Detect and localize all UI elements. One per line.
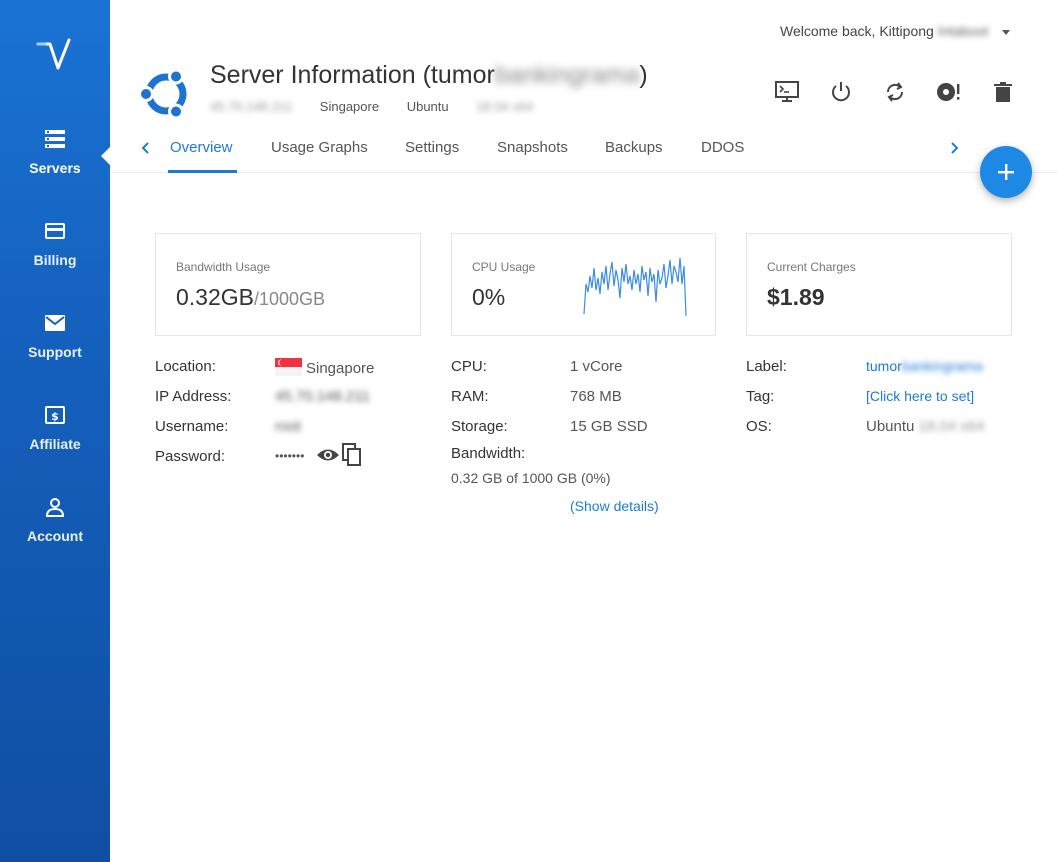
delete-button[interactable] <box>988 78 1018 106</box>
cpu-sparkline <box>583 257 687 317</box>
restart-button[interactable] <box>880 78 910 106</box>
tab-usage-graphs[interactable]: Usage Graphs <box>271 139 368 156</box>
power-button[interactable] <box>826 78 856 106</box>
sidebar-item-account[interactable]: Account <box>0 496 110 546</box>
chevron-left-icon[interactable] <box>138 137 154 159</box>
ram-label: RAM: <box>451 388 489 405</box>
tab-snapshots[interactable]: Snapshots <box>497 139 568 156</box>
location-text: Singapore <box>319 99 380 114</box>
storage-value: 15 GB SSD <box>570 418 648 435</box>
cpu-label: CPU: <box>451 358 487 375</box>
tag-label: Tag: <box>746 388 775 405</box>
os-text: Ubuntu 18.04 x64 <box>406 99 534 114</box>
location-label: Location: <box>155 358 216 375</box>
os-label: OS: <box>746 418 772 435</box>
user-icon <box>45 498 65 517</box>
add-server-button[interactable] <box>980 146 1032 198</box>
sidebar-item-support[interactable]: Support <box>0 312 110 362</box>
sidebar-item-label: Billing <box>33 252 77 268</box>
show-details-link[interactable]: (Show details) <box>570 498 659 514</box>
user-menu[interactable]: Welcome back, Kittipong Intaboot <box>780 23 1011 39</box>
sidebar-item-servers[interactable]: Servers <box>0 128 110 178</box>
tab-ddos[interactable]: DDOS <box>701 139 744 156</box>
bandwidth-value-text: 0.32 GB of 1000 GB (0%) <box>451 470 611 486</box>
bandwidth-label: Bandwidth: <box>451 445 526 462</box>
singapore-flag-icon <box>275 358 302 376</box>
tab-settings[interactable]: Settings <box>405 139 459 156</box>
copy-icon[interactable] <box>342 443 362 467</box>
card-title: CPU Usage <box>472 260 536 274</box>
sidebar: Servers Billing Support $ Affiliate Acco… <box>0 0 110 862</box>
active-indicator <box>101 147 110 165</box>
card-title: Bandwidth Usage <box>176 260 271 274</box>
sidebar-item-label: Affiliate <box>29 436 81 452</box>
ip-address-value: 45.70.148.211 <box>275 388 370 405</box>
cpu-card: CPU Usage 0% <box>451 233 716 336</box>
credit-card-icon <box>45 223 65 239</box>
username-value: root <box>275 418 301 435</box>
tab-backups[interactable]: Backups <box>605 139 663 156</box>
os-value: Ubuntu 18.04 x64 <box>866 418 985 435</box>
page-title: Server Information (tumorbankingrama) <box>210 61 648 89</box>
cpu-spec-value: 1 vCore <box>570 358 623 375</box>
ip-address-blurred: 45.70.148.211 <box>210 99 293 114</box>
console-icon <box>775 81 799 102</box>
location-value: Singapore <box>275 358 374 377</box>
dollar-bill-icon: $ <box>45 406 65 424</box>
welcome-text: Welcome back, Kittipong <box>780 23 934 39</box>
power-icon <box>832 82 850 102</box>
svg-text:$: $ <box>51 410 59 423</box>
card-title: Current Charges <box>767 260 856 274</box>
title-blurred: bankingrama <box>494 61 640 89</box>
label-value[interactable]: tumorbankingrama <box>866 358 983 374</box>
charges-value: $1.89 <box>767 284 825 310</box>
ram-value: 768 MB <box>570 388 622 405</box>
username-label: Username: <box>155 418 229 435</box>
server-stack-icon <box>45 130 65 148</box>
server-subinfo: 45.70.148.211 Singapore Ubuntu 18.04 x64 <box>210 99 581 114</box>
reinstall-button[interactable] <box>934 78 964 106</box>
restart-icon <box>886 82 904 102</box>
vultr-logo[interactable] <box>36 38 76 78</box>
tab-bar: Overview Usage Graphs Settings Snapshots… <box>110 128 1057 173</box>
sidebar-item-label: Servers <box>29 160 81 176</box>
cpu-value: 0% <box>472 284 506 310</box>
sidebar-item-billing[interactable]: Billing <box>0 220 110 270</box>
console-button[interactable] <box>772 78 802 106</box>
ip-address-label: IP Address: <box>155 388 232 405</box>
server-actions <box>772 78 1042 106</box>
chevron-down-icon <box>1002 29 1011 35</box>
charges-card: Current Charges $1.89 <box>746 233 1012 336</box>
sidebar-item-label: Support <box>28 344 82 360</box>
password-value: ••••••• <box>275 449 305 463</box>
sidebar-item-label: Account <box>27 528 83 544</box>
bandwidth-value: 0.32GB/1000GB <box>176 284 326 310</box>
sidebar-item-affiliate[interactable]: $ Affiliate <box>0 404 110 454</box>
tab-overview[interactable]: Overview <box>170 139 233 156</box>
label-label: Label: <box>746 358 787 375</box>
envelope-icon <box>45 315 65 331</box>
plus-icon <box>998 164 1014 180</box>
welcome-name-blurred: Intaboot <box>937 23 989 39</box>
bandwidth-card: Bandwidth Usage 0.32GB/1000GB <box>155 233 421 336</box>
ubuntu-logo-icon <box>138 68 187 120</box>
chevron-right-icon[interactable] <box>946 137 962 159</box>
reinstall-icon <box>937 83 960 101</box>
active-tab-underline <box>168 170 237 173</box>
password-label: Password: <box>155 448 226 465</box>
eye-icon[interactable] <box>316 446 340 464</box>
tag-set-link[interactable]: [Click here to set] <box>866 388 974 404</box>
storage-label: Storage: <box>451 418 508 435</box>
trash-icon <box>994 82 1012 102</box>
